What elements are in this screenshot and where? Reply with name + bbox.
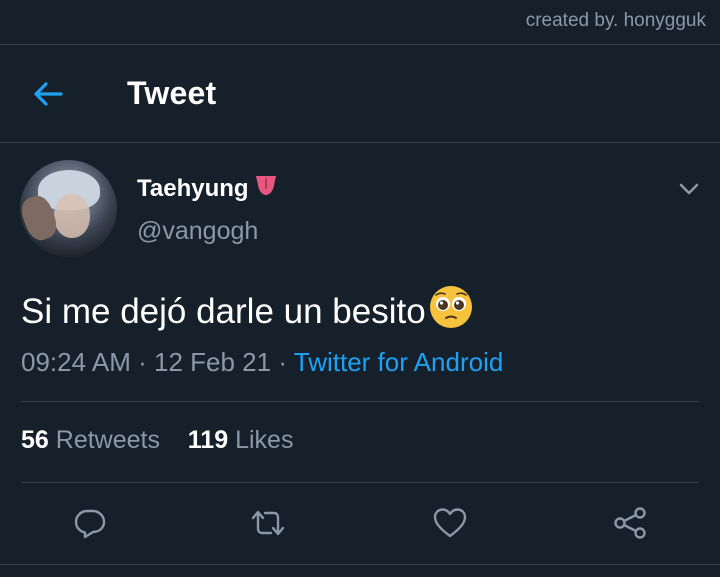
stats-divider bbox=[21, 482, 699, 483]
retweets-number: 56 bbox=[21, 426, 49, 454]
credit-text: created by. honygguk bbox=[525, 10, 706, 31]
share-icon bbox=[614, 507, 646, 539]
tweet-time: 09:24 AM bbox=[21, 347, 131, 377]
retweets-label: Retweets bbox=[55, 426, 160, 454]
likes-number: 119 bbox=[187, 426, 229, 454]
tweet-text: Si me dejó darle un besito bbox=[21, 284, 474, 339]
tweet-text-content: Si me dejó darle un besito bbox=[21, 291, 426, 331]
tweet-stats: 56 Retweets 119 Likes bbox=[21, 426, 293, 455]
display-name-text: Taehyung bbox=[137, 174, 249, 202]
page-title: Tweet bbox=[127, 75, 217, 111]
likes-label: Likes bbox=[235, 426, 294, 454]
share-button[interactable] bbox=[612, 505, 648, 541]
tweet-meta: 09:24 AM · 12 Feb 21 · Twitter for Andro… bbox=[21, 347, 503, 378]
arrow-left-icon bbox=[34, 82, 63, 106]
tweet-source-link[interactable]: Twitter for Android bbox=[294, 347, 504, 377]
display-name[interactable]: Taehyung bbox=[137, 173, 279, 204]
pleading-face-icon bbox=[428, 284, 474, 339]
avatar[interactable] bbox=[20, 160, 117, 257]
like-icon bbox=[433, 508, 467, 538]
header-divider bbox=[0, 142, 720, 143]
retweet-button[interactable] bbox=[250, 505, 286, 541]
likes-count[interactable]: 119 Likes bbox=[188, 426, 294, 455]
header-bar: Tweet bbox=[0, 45, 720, 142]
tongue-icon bbox=[253, 173, 279, 204]
retweet-icon bbox=[251, 510, 285, 536]
back-button[interactable] bbox=[32, 79, 64, 109]
like-button[interactable] bbox=[432, 505, 468, 541]
user-handle[interactable]: @vangogh bbox=[137, 217, 258, 246]
meta-separator: · bbox=[138, 347, 147, 377]
chevron-down-icon bbox=[679, 183, 699, 195]
retweets-count[interactable]: 56 Retweets bbox=[21, 426, 160, 455]
bottom-divider bbox=[0, 564, 720, 565]
more-options-button[interactable] bbox=[676, 176, 702, 202]
meta-divider bbox=[21, 401, 699, 402]
meta-separator: · bbox=[278, 347, 287, 377]
reply-button[interactable] bbox=[72, 505, 108, 541]
reply-icon bbox=[74, 509, 106, 539]
tweet-date: 12 Feb 21 bbox=[154, 347, 272, 377]
